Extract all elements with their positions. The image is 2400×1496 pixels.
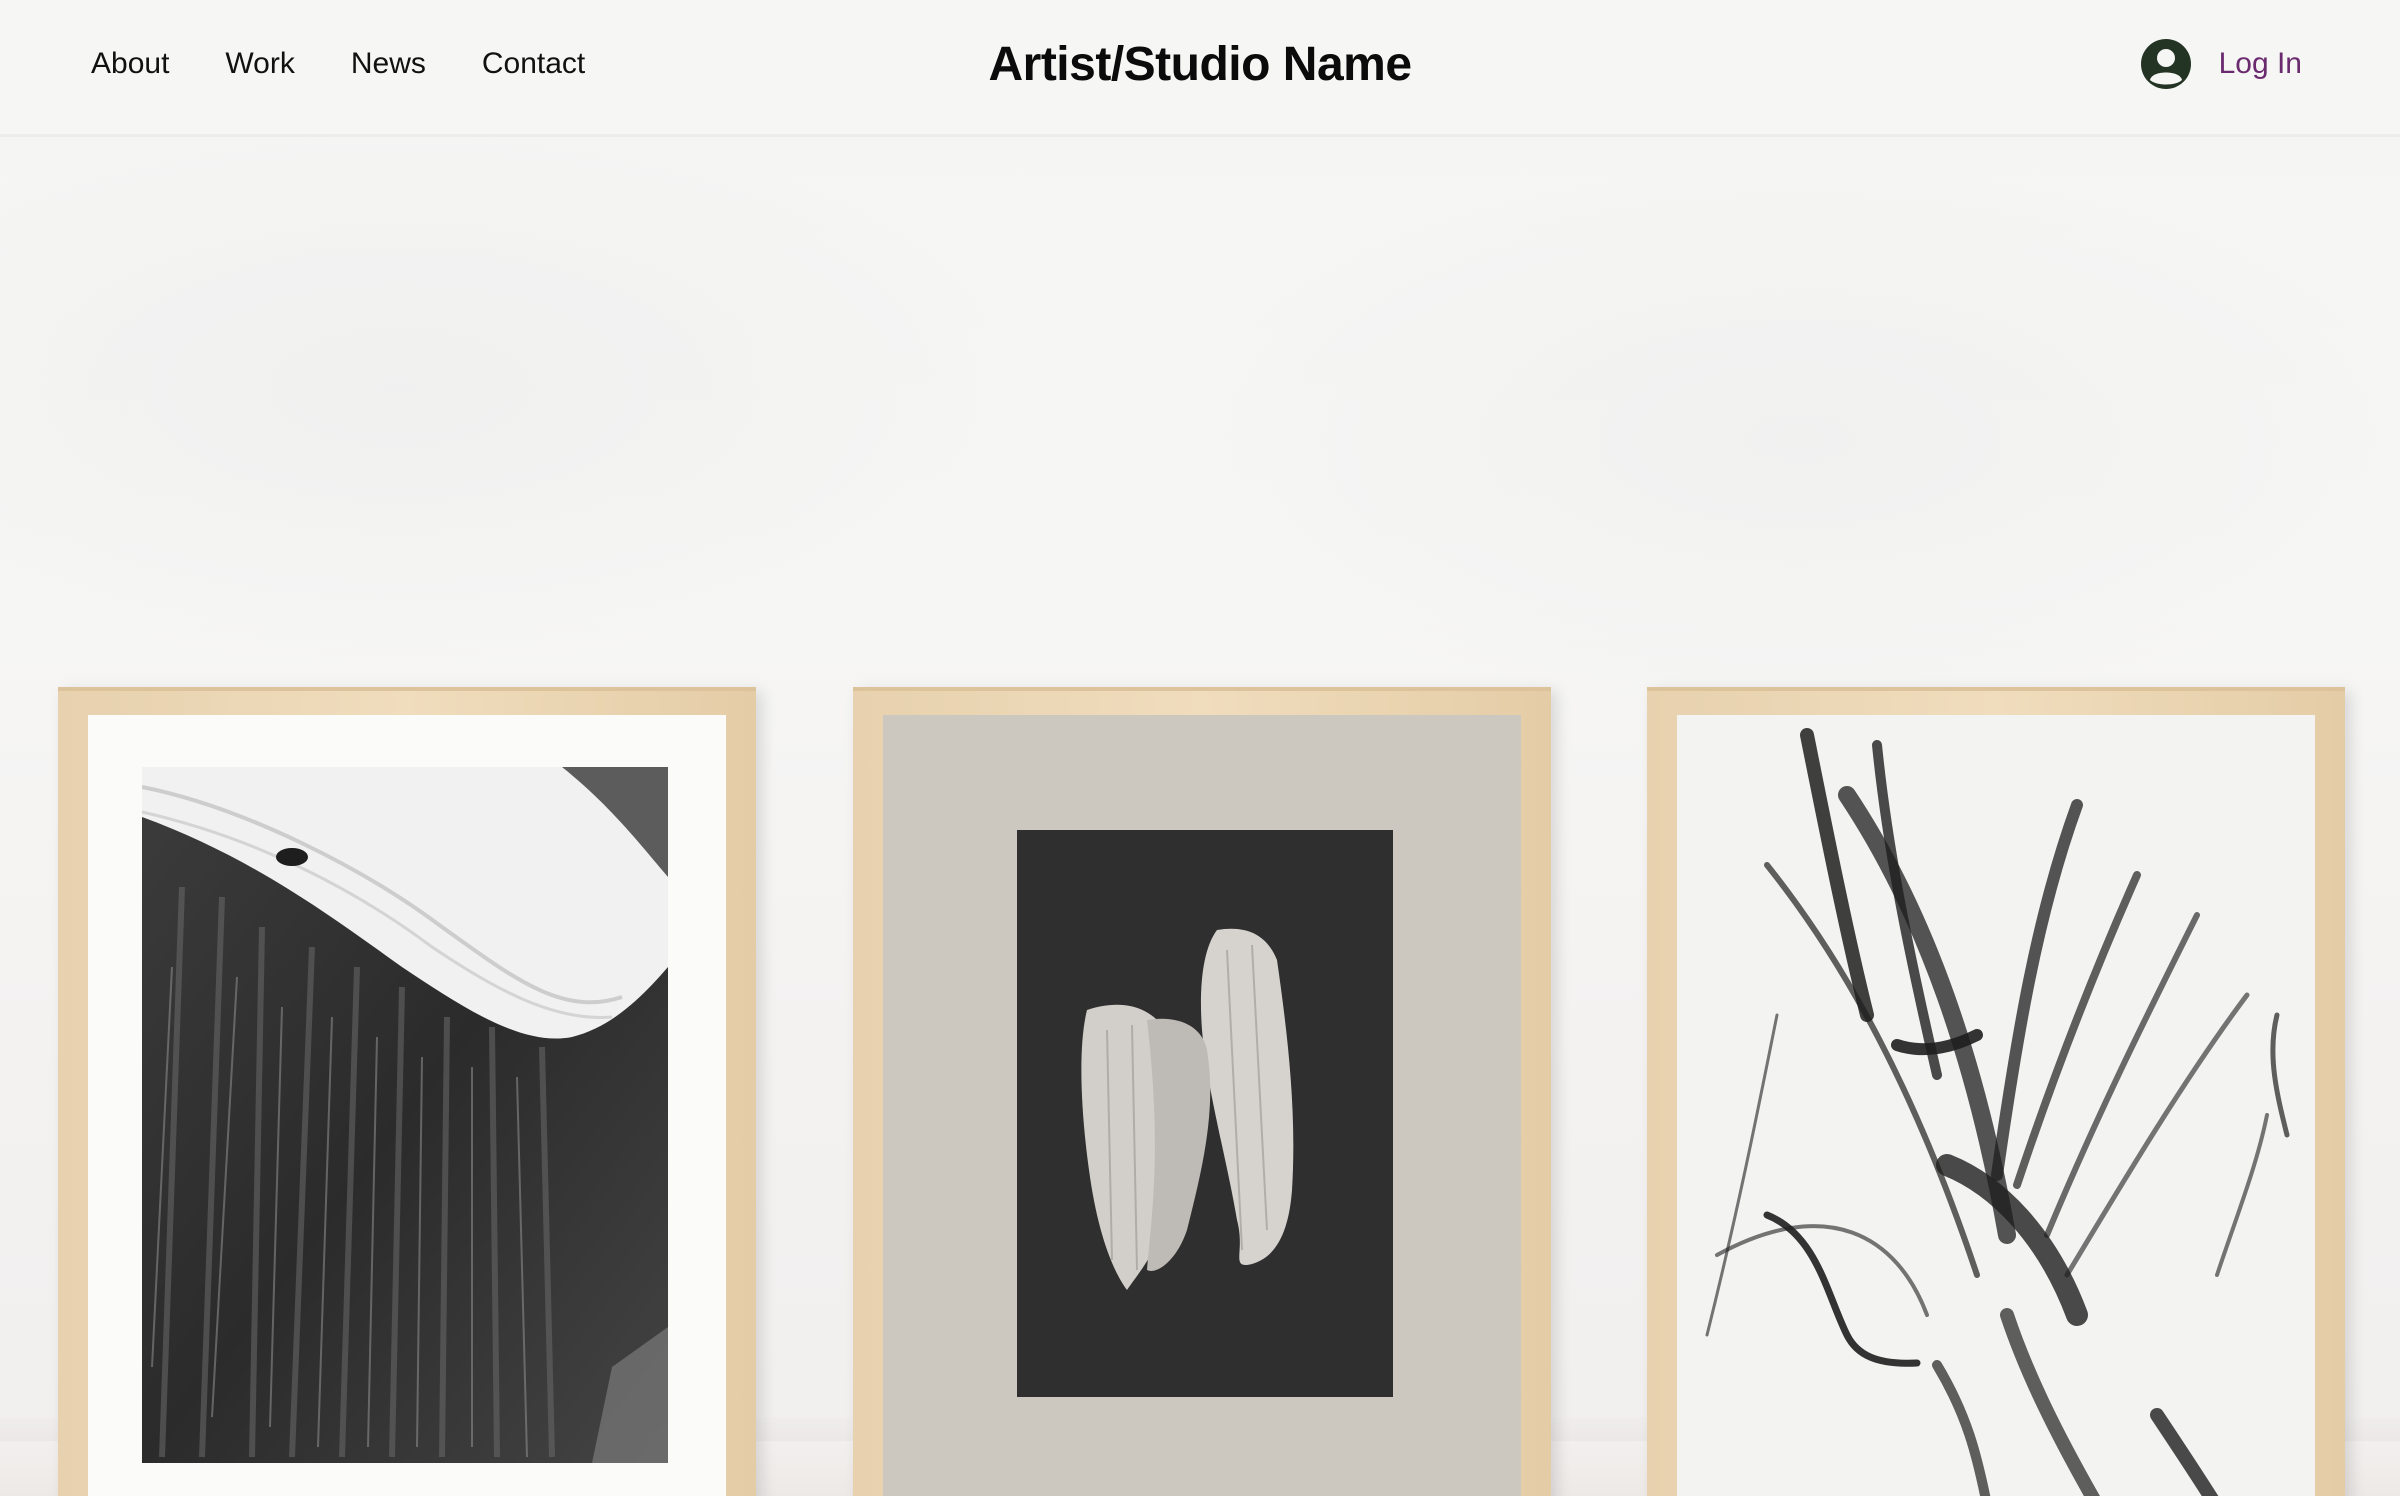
site-title[interactable]: Artist/Studio Name (850, 0, 1550, 128)
artwork-mat-2 (883, 715, 1521, 1496)
artwork-image-2 (1017, 830, 1393, 1397)
artwork-image-3 (1677, 715, 2315, 1496)
site-header: About Work News Contact Artist/Studio Na… (0, 0, 2400, 137)
nav-link-news[interactable]: News (351, 47, 426, 81)
hero-gallery (0, 137, 2400, 1496)
nav-link-work[interactable]: Work (225, 47, 294, 81)
artwork-frame-3[interactable] (1647, 687, 2345, 1496)
login-button[interactable]: Log In (2140, 0, 2302, 128)
page: About Work News Contact Artist/Studio Na… (0, 0, 2400, 1496)
artwork-frame-2[interactable] (853, 687, 1551, 1496)
nav-link-contact[interactable]: Contact (482, 47, 585, 81)
artwork-mat-3 (1677, 715, 2315, 1496)
login-label[interactable]: Log In (2219, 47, 2302, 81)
user-avatar-icon[interactable] (2140, 38, 2192, 90)
artwork-image-1 (142, 767, 668, 1463)
nav-link-about[interactable]: About (91, 47, 169, 81)
main-nav: About Work News Contact (91, 0, 641, 128)
artwork-frame-1[interactable] (58, 687, 756, 1496)
artwork-mat-1 (88, 715, 726, 1496)
